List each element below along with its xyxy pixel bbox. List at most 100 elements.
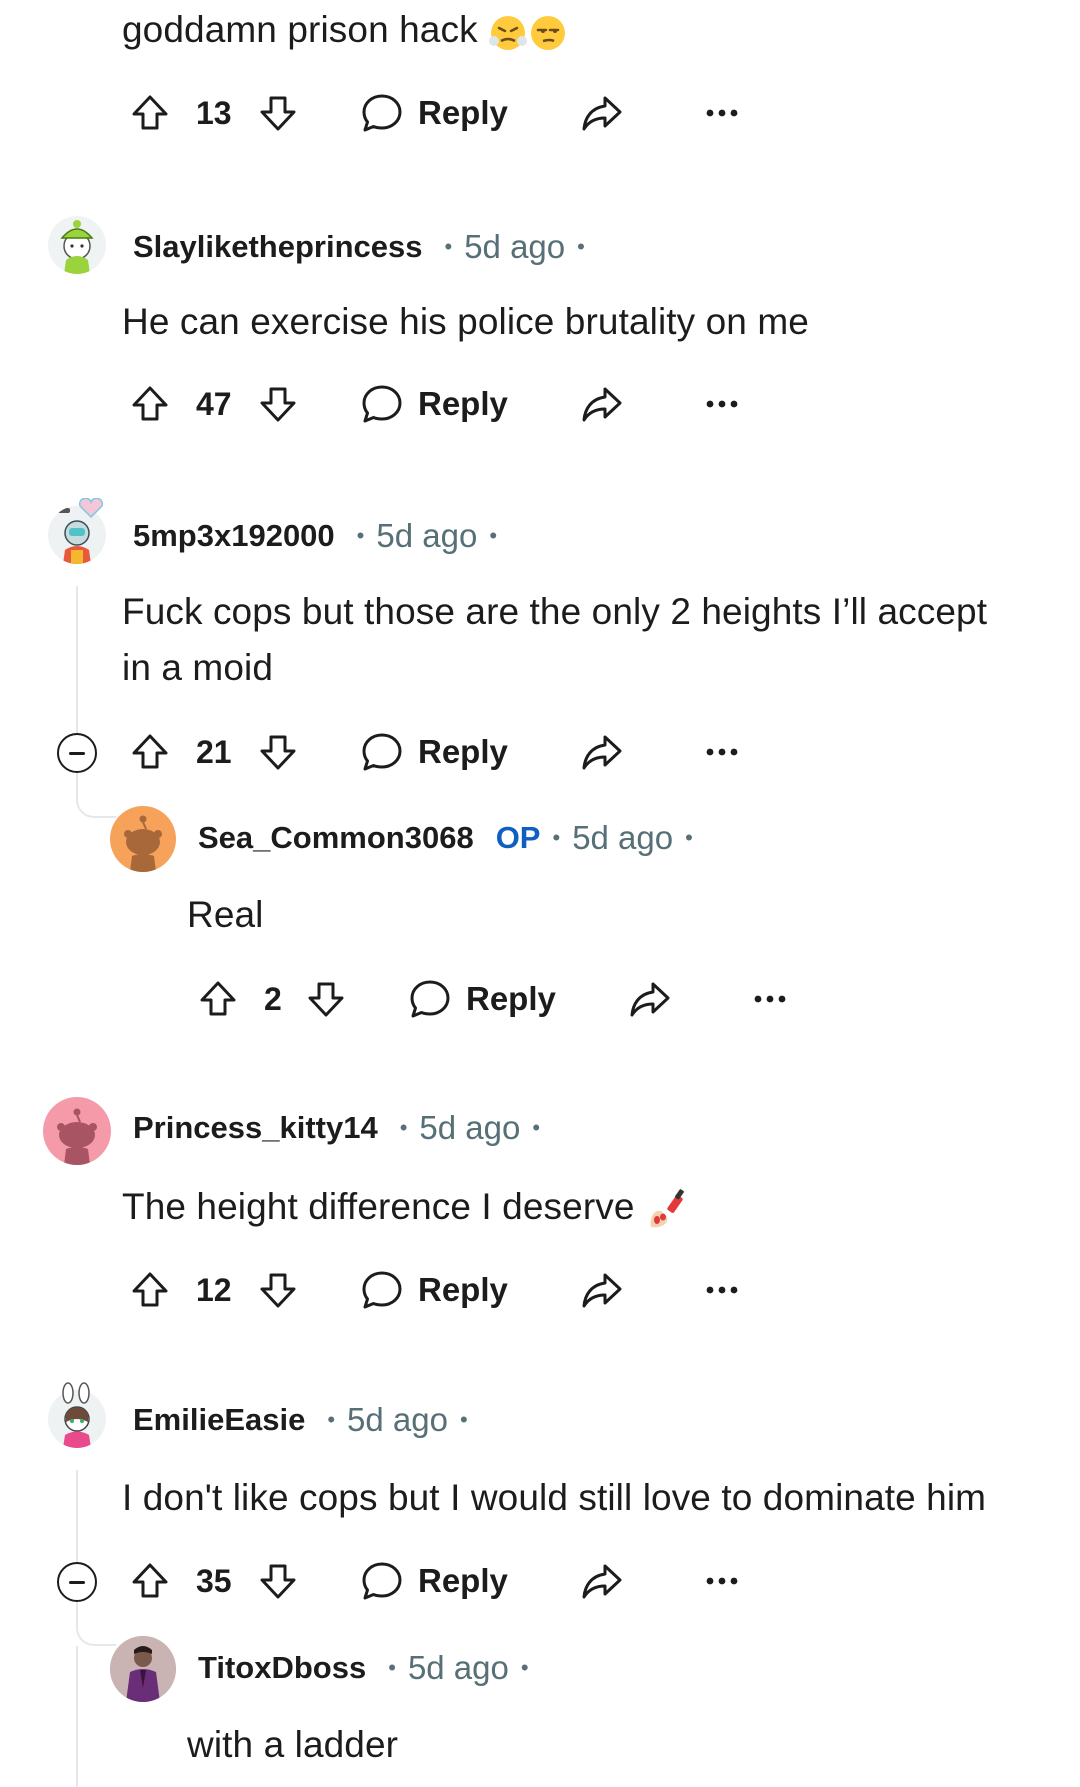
- avatar[interactable]: [43, 1097, 111, 1165]
- upvote-icon: [130, 1270, 170, 1310]
- downvote-button[interactable]: [258, 1258, 298, 1322]
- timestamp: 5d ago: [407, 1649, 509, 1686]
- share-button[interactable]: [580, 1549, 624, 1613]
- author-name[interactable]: 5mp3x192000: [133, 518, 335, 554]
- bunny-ears-icon: [62, 1382, 90, 1404]
- more-icon: [750, 993, 790, 1005]
- author-name[interactable]: Sea_Common3068: [198, 820, 474, 856]
- downvote-button[interactable]: [258, 81, 298, 145]
- avatar[interactable]: [110, 1636, 176, 1702]
- reply-bubble-icon: [360, 730, 404, 774]
- reply-button[interactable]: Reply: [360, 81, 508, 145]
- downvote-icon: [306, 979, 346, 1019]
- downvote-button[interactable]: [306, 967, 346, 1031]
- upvote-button[interactable]: [130, 81, 170, 145]
- comment-meta: EmilieEasie • 5d ago •: [133, 1401, 468, 1438]
- more-icon: [702, 398, 742, 410]
- more-icon: [702, 1575, 742, 1587]
- user-avatar-icon: [60, 220, 94, 274]
- unamused-face-icon: [531, 16, 566, 51]
- comment-body: goddamn prison hack: [122, 2, 568, 58]
- comment-meta: Princess_kitty14 • 5d ago •: [133, 1109, 541, 1146]
- timestamp: 5d ago: [464, 228, 566, 265]
- upvote-icon: [130, 732, 170, 772]
- upvote-icon: [130, 1561, 170, 1601]
- upvote-button[interactable]: [130, 720, 170, 784]
- more-options-button[interactable]: [702, 1549, 742, 1613]
- nail-polish-icon: [650, 1189, 684, 1228]
- snoo-avatar-icon: [57, 1108, 97, 1165]
- reply-button[interactable]: Reply: [408, 967, 556, 1031]
- downvote-button[interactable]: [258, 720, 298, 784]
- avatar[interactable]: [48, 216, 106, 274]
- reply-button[interactable]: Reply: [360, 1258, 508, 1322]
- vote-count: 2: [264, 980, 282, 1017]
- author-name[interactable]: Princess_kitty14: [133, 1110, 378, 1146]
- thread-elbow: [76, 1600, 116, 1646]
- avatar[interactable]: [110, 806, 176, 872]
- comment-body: Fuck cops but those are the only 2 heigh…: [122, 591, 988, 688]
- collapse-thread-button[interactable]: [57, 1562, 97, 1602]
- user-avatar-icon: [110, 1636, 176, 1702]
- comment-meta: Sea_Common3068 OP • 5d ago •: [198, 819, 693, 856]
- more-options-button[interactable]: [702, 1258, 742, 1322]
- reply-bubble-icon: [360, 1559, 404, 1603]
- pride-heart-icon: [78, 498, 104, 518]
- vote-count: 12: [196, 1271, 232, 1308]
- vote-count: 35: [196, 1562, 232, 1599]
- comment-actions: 21 Reply: [130, 720, 750, 784]
- more-options-button[interactable]: [750, 967, 790, 1031]
- share-icon: [580, 1559, 624, 1603]
- collapse-thread-button[interactable]: [57, 733, 97, 773]
- downvote-icon: [258, 1270, 298, 1310]
- reply-bubble-icon: [360, 91, 404, 135]
- downvote-icon: [258, 93, 298, 133]
- author-name[interactable]: Slayliketheprincess: [133, 229, 423, 265]
- thread-line: [76, 1646, 78, 1787]
- comment-actions: 13 Reply: [130, 81, 750, 145]
- vote-count: 13: [196, 94, 232, 131]
- timestamp: 5d ago: [419, 1109, 521, 1146]
- comment-body: with a ladder: [187, 1724, 399, 1765]
- comment-meta: 5mp3x192000 • 5d ago •: [133, 517, 498, 554]
- comment-body: He can exercise his police brutality on …: [122, 301, 809, 342]
- share-button[interactable]: [580, 720, 624, 784]
- share-icon: [628, 977, 672, 1021]
- comment-thread: goddamn prison hack 13 Reply Slaylikethe…: [0, 0, 1080, 1787]
- share-button[interactable]: [580, 1258, 624, 1322]
- comment-meta: Slayliketheprincess • 5d ago •: [133, 228, 585, 265]
- upvote-button[interactable]: [130, 1549, 170, 1613]
- comment-actions: 2 Reply: [198, 967, 818, 1031]
- thread-elbow: [76, 772, 116, 818]
- share-icon: [580, 382, 624, 426]
- reply-button[interactable]: Reply: [360, 720, 508, 784]
- share-icon: [580, 730, 624, 774]
- share-button[interactable]: [580, 372, 624, 436]
- downvote-icon: [258, 384, 298, 424]
- reply-bubble-icon: [408, 977, 452, 1021]
- downvote-button[interactable]: [258, 1549, 298, 1613]
- timestamp: 5d ago: [347, 1401, 448, 1438]
- reply-button[interactable]: Reply: [360, 1549, 508, 1613]
- more-icon: [702, 1284, 742, 1296]
- author-name[interactable]: TitoxDboss: [198, 1650, 366, 1686]
- comment-actions: 47 Reply: [130, 372, 750, 436]
- upvote-button[interactable]: [130, 372, 170, 436]
- more-options-button[interactable]: [702, 81, 742, 145]
- share-button[interactable]: [628, 967, 672, 1031]
- reply-button[interactable]: Reply: [360, 372, 508, 436]
- comment-meta: TitoxDboss • 5d ago •: [198, 1649, 529, 1686]
- more-options-button[interactable]: [702, 720, 742, 784]
- downvote-icon: [258, 732, 298, 772]
- upvote-button[interactable]: [198, 967, 238, 1031]
- downvote-button[interactable]: [258, 372, 298, 436]
- share-button[interactable]: [580, 81, 624, 145]
- share-icon: [580, 91, 624, 135]
- comment-body: I don't like cops but I would still love…: [122, 1477, 987, 1518]
- comment-actions: 12 Reply: [130, 1258, 750, 1322]
- upvote-icon: [130, 93, 170, 133]
- upvote-button[interactable]: [130, 1258, 170, 1322]
- author-name[interactable]: EmilieEasie: [133, 1402, 305, 1438]
- more-options-button[interactable]: [702, 372, 742, 436]
- comment-body: The height difference I deserve: [122, 1179, 689, 1235]
